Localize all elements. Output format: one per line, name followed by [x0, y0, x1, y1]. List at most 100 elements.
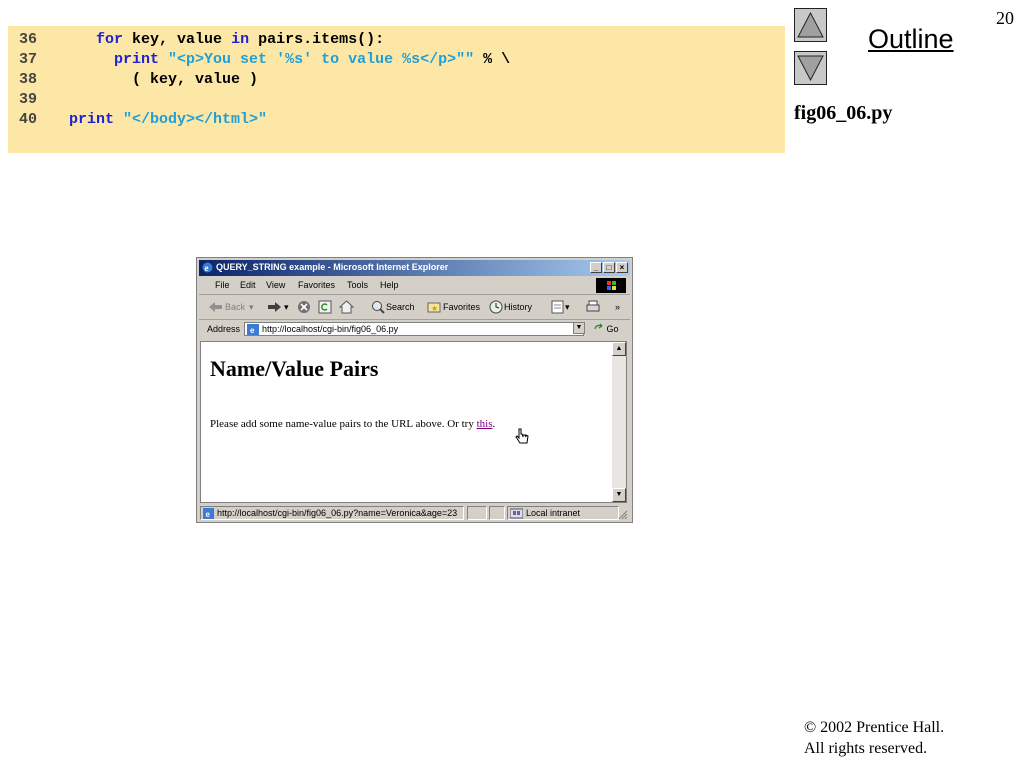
page-icon: e — [247, 324, 259, 335]
menu-edit[interactable]: Edit — [240, 280, 256, 290]
code-text: print "</body></html>" — [69, 110, 267, 130]
history-icon — [489, 300, 503, 314]
code-line: 40 print "</body></html>" — [8, 110, 785, 130]
refresh-icon — [318, 300, 332, 314]
history-button[interactable]: History — [489, 299, 532, 315]
mail-button[interactable]: ▾ — [551, 299, 570, 315]
stop-button[interactable] — [297, 299, 311, 315]
code-keyword: for — [96, 31, 124, 48]
code-line: 39 — [8, 90, 785, 110]
menu-tools[interactable]: Tools — [347, 280, 368, 290]
code-token: pairs.items(): — [249, 31, 385, 48]
back-button[interactable]: Back ▾ — [209, 299, 254, 315]
code-token: ( key, value ) — [132, 71, 259, 88]
previous-slide-button[interactable] — [794, 8, 827, 42]
code-panel: 36 for key, value in pairs.items(): 37 pr… — [8, 26, 785, 153]
minimize-button[interactable]: _ — [590, 262, 602, 273]
page-heading: Name/Value Pairs — [210, 356, 379, 381]
refresh-button[interactable] — [318, 299, 332, 315]
resize-grip-icon[interactable] — [618, 510, 628, 520]
status-url: http://localhost/cgi-bin/fig06_06.py?nam… — [217, 508, 458, 518]
windows-logo-icon — [596, 278, 626, 293]
intranet-icon — [510, 508, 523, 519]
code-string: "</body></html>" — [123, 111, 268, 128]
svg-text:e: e — [250, 326, 255, 335]
back-dropdown-icon: ▾ — [249, 301, 254, 312]
home-button[interactable] — [339, 299, 354, 315]
copyright-line-1: © 2002 Prentice Hall. — [804, 719, 945, 736]
search-icon — [372, 301, 385, 314]
favorites-icon: ★ — [427, 302, 441, 313]
status-panel-empty-2 — [489, 506, 505, 520]
line-number: 36 — [19, 31, 38, 48]
scroll-down-button[interactable]: ▼ — [612, 488, 626, 502]
try-this-link[interactable]: this — [477, 418, 493, 430]
go-arrow-icon — [594, 323, 603, 330]
status-url-panel: e http://localhost/cgi-bin/fig06_06.py?n… — [200, 506, 464, 520]
printer-icon — [586, 300, 600, 312]
back-arrow-icon — [209, 302, 222, 312]
menu-view[interactable]: View — [266, 280, 285, 290]
search-label: Search — [386, 302, 415, 312]
mail-dropdown-icon: ▾ — [565, 301, 570, 312]
forward-dropdown-icon: ▾ — [284, 301, 289, 312]
home-icon — [339, 300, 354, 314]
next-slide-button[interactable] — [794, 51, 827, 85]
code-line: 37 print "<p>You set '%s' to value %s</p… — [8, 50, 785, 70]
search-button[interactable]: Search — [371, 299, 415, 315]
print-button[interactable] — [585, 299, 601, 315]
address-value: http://localhost/cgi-bin/fig06_06.py — [262, 324, 399, 334]
address-input[interactable]: e http://localhost/cgi-bin/fig06_06.py — [244, 322, 584, 336]
triangle-up-icon — [797, 12, 824, 38]
favorites-button[interactable]: ★ Favorites — [427, 299, 480, 315]
browser-window: e QUERY_STRING example - Microsoft Inter… — [196, 257, 633, 523]
title-bar: e QUERY_STRING example - Microsoft Inter… — [199, 260, 630, 276]
line-number: 37 — [19, 51, 38, 68]
status-bar: e http://localhost/cgi-bin/fig06_06.py?n… — [199, 506, 630, 521]
code-text: print "<p>You set '%s' to value %s</p>""… — [69, 50, 510, 70]
internet-explorer-icon: e — [202, 262, 213, 273]
code-text: for key, value in pairs.items(): — [69, 30, 384, 50]
vertical-scrollbar[interactable]: ▲ ▼ — [612, 342, 626, 502]
page-text-end: . — [492, 418, 496, 430]
address-bar: Address e http://localhost/cgi-bin/fig06… — [199, 320, 630, 338]
code-text: ( key, value ) — [69, 70, 258, 90]
close-button[interactable]: × — [616, 262, 628, 273]
code-line: 38 ( key, value ) — [8, 70, 785, 90]
mail-icon — [551, 300, 564, 314]
svg-text:e: e — [206, 510, 211, 519]
code-keyword: print — [114, 51, 160, 68]
status-panel-empty-1 — [467, 506, 487, 520]
forward-button[interactable]: ▾ — [267, 299, 289, 315]
code-token: key, value — [123, 31, 232, 48]
menu-file[interactable]: File — [215, 280, 230, 290]
status-zone: Local intranet — [526, 508, 581, 518]
forward-arrow-icon — [268, 302, 281, 312]
copyright-line-2: All rights reserved. — [804, 740, 928, 757]
go-button[interactable]: Go — [594, 323, 619, 334]
scroll-up-button[interactable]: ▲ — [612, 342, 626, 356]
address-dropdown-button[interactable]: ▼ — [573, 322, 585, 334]
figure-label: fig06_06.py — [794, 102, 893, 124]
menu-help[interactable]: Help — [380, 280, 399, 290]
outline-link[interactable]: Outline — [868, 24, 954, 55]
code-string: "<p>You set '%s' to value %s</p>"" — [168, 51, 475, 68]
maximize-button[interactable]: □ — [603, 262, 615, 273]
history-label: History — [504, 302, 533, 312]
menu-favorites[interactable]: Favorites — [298, 280, 335, 290]
back-label: Back — [225, 302, 246, 312]
svg-text:★: ★ — [431, 304, 438, 313]
page-paragraph: Please add some name-value pairs to the … — [210, 418, 495, 430]
code-keyword: print — [69, 111, 115, 128]
menu-bar: File Edit View Favorites Tools Help — [199, 277, 630, 295]
toolbar-more-button[interactable]: » — [615, 299, 620, 315]
slide-number: 20 — [996, 8, 1014, 28]
copyright-notice: © 2002 Prentice Hall. All rights reserve… — [804, 717, 944, 759]
code-token: % \ — [474, 51, 511, 68]
status-page-icon: e — [203, 508, 214, 519]
stop-icon — [298, 301, 310, 313]
